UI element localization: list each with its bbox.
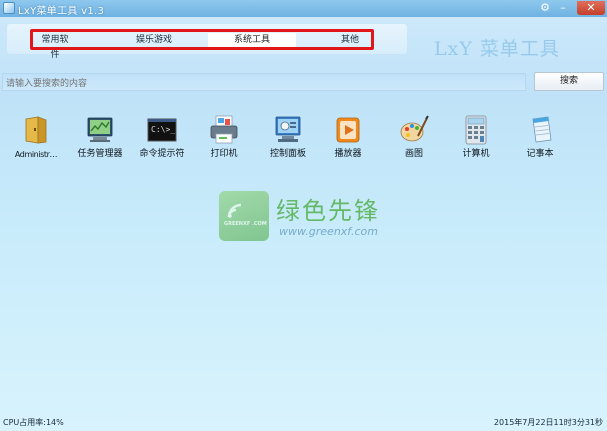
control-panel-icon — [272, 114, 304, 146]
app-label: 计算机 — [462, 149, 490, 159]
app-label: 控制面板 — [269, 149, 306, 159]
search-button[interactable]: 搜索 — [534, 72, 604, 91]
watermark: GREENXF .COM 绿色先锋 www.greenxf.com — [219, 191, 389, 243]
app-control-panel[interactable]: 控制面板 — [258, 114, 318, 160]
status-bar: CPU占用率:14% 2015年7月22日11时3分31秒 — [0, 413, 607, 431]
tab-highlight-box — [30, 29, 374, 50]
app-label: 画图 — [404, 149, 423, 159]
cpu-usage: CPU占用率:14% — [3, 418, 64, 427]
app-printer[interactable]: 打印机 — [194, 114, 254, 160]
watermark-url: www.greenxf.com — [279, 225, 378, 238]
watermark-brand: 绿色先锋 — [276, 197, 380, 225]
app-calculator[interactable]: 计算机 — [446, 114, 506, 160]
app-media-player[interactable]: 播放器 — [318, 114, 378, 160]
app-task-manager[interactable]: 任务管理器 — [70, 114, 130, 160]
task-manager-icon — [84, 114, 116, 146]
app-label: 命令提示符 — [139, 149, 185, 159]
svg-text:C:\>_: C:\>_ — [151, 125, 175, 134]
minimize-icon[interactable]: – — [555, 1, 571, 15]
app-logo-icon — [3, 2, 15, 14]
app-notepad[interactable]: 记事本 — [510, 114, 570, 160]
app-paint[interactable]: 画图 — [384, 114, 444, 160]
window-title: LxY菜单工具 v1.3 — [18, 6, 105, 17]
gear-icon[interactable]: ⚙ — [537, 1, 553, 15]
brand-logo-text: LxY 菜单工具 — [434, 38, 560, 60]
command-prompt-icon: C:\>_ — [146, 114, 178, 146]
calculator-icon — [460, 114, 492, 146]
app-administrator[interactable]: Administr… — [6, 114, 66, 160]
app-label: 任务管理器 — [77, 149, 123, 159]
printer-icon — [208, 114, 240, 146]
watermark-badge-icon: GREENXF .COM — [219, 191, 269, 241]
app-label: 打印机 — [210, 149, 238, 159]
app-label: 播放器 — [334, 149, 362, 159]
paint-icon — [398, 114, 430, 146]
notepad-icon — [524, 114, 556, 146]
watermark-badge-text: GREENXF .COM — [224, 221, 267, 227]
launcher-window: LxY菜单工具 v1.3 ⚙ – ✕ 常用软件 娱乐游戏 系统工具 其他 LxY… — [0, 0, 607, 431]
status-datetime: 2015年7月22日11时3分31秒 — [493, 418, 603, 427]
folder-icon — [20, 114, 52, 146]
app-label: 记事本 — [526, 149, 554, 159]
title-bar[interactable]: LxY菜单工具 v1.3 ⚙ – ✕ — [0, 0, 607, 17]
app-command-prompt[interactable]: C:\>_ 命令提示符 — [132, 114, 192, 160]
search-input[interactable] — [2, 73, 526, 91]
media-player-icon — [332, 114, 364, 146]
close-icon[interactable]: ✕ — [577, 1, 605, 15]
app-label: Administr… — [14, 150, 58, 159]
